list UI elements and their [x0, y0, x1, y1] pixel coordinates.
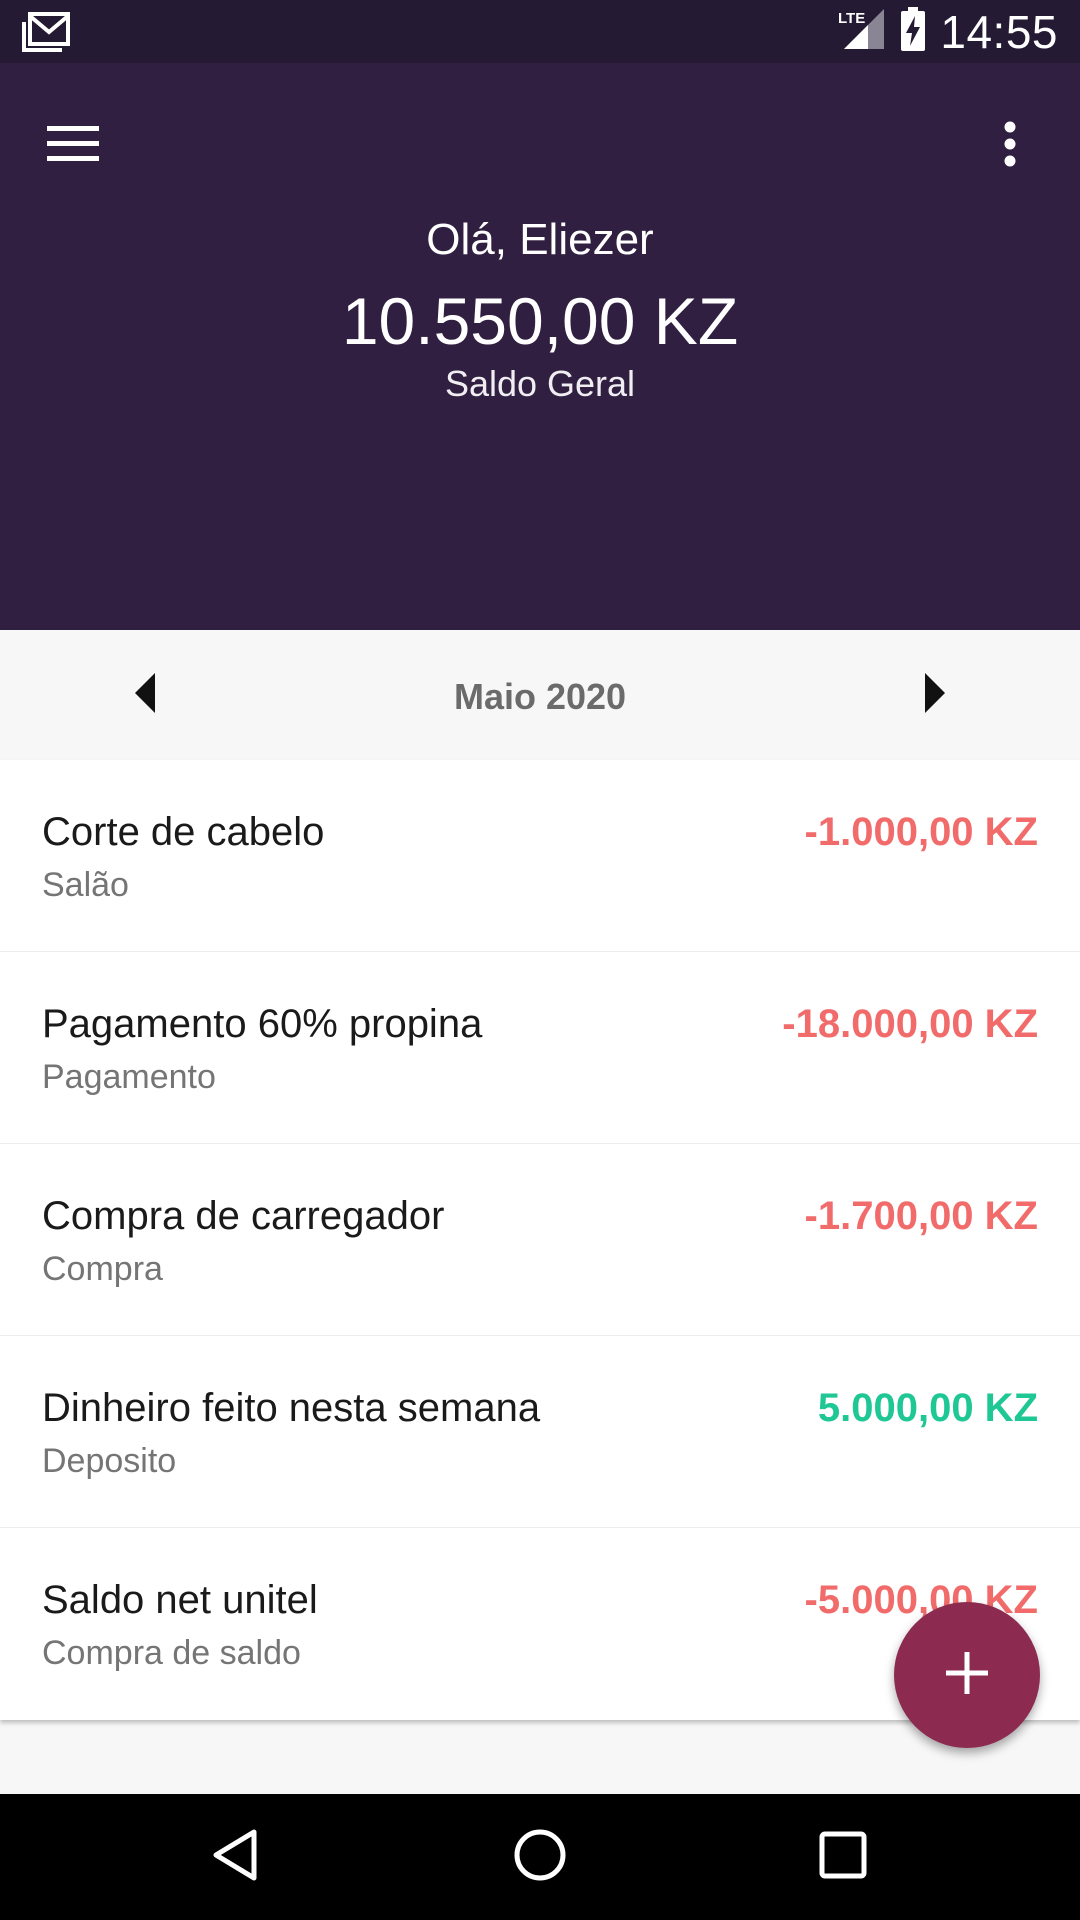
more-vert-icon	[1003, 121, 1017, 172]
transaction-item[interactable]: Dinheiro feito nesta semana Deposito 5.0…	[0, 1336, 1080, 1528]
greeting: Olá, Eliezer	[426, 215, 654, 264]
transaction-category: Salão	[42, 866, 129, 904]
transaction-category: Compra de saldo	[42, 1634, 301, 1672]
transaction-title: Corte de cabelo	[42, 810, 325, 854]
recents-icon	[818, 1830, 868, 1885]
menu-icon	[47, 124, 99, 169]
transaction-title: Pagamento 60% propina	[42, 1002, 483, 1046]
transaction-amount: -1.000,00 KZ	[804, 810, 1038, 854]
transaction-list: Corte de cabelo Salão -1.000,00 KZ Pagam…	[0, 760, 1080, 1720]
add-icon	[946, 1651, 988, 1699]
next-arrow-icon	[923, 672, 947, 718]
month-selector: Maio 2020	[0, 630, 1080, 760]
transaction-amount: 5.000,00 KZ	[817, 1386, 1038, 1430]
transaction-amount: -1.700,00 KZ	[804, 1194, 1038, 1238]
balance-header: Olá, Eliezer 10.550,00 KZ Saldo Geral	[0, 63, 1080, 630]
status-time: 14:55	[940, 5, 1058, 58]
next-month-button[interactable]	[905, 665, 965, 725]
balance-label: Saldo Geral	[444, 363, 636, 404]
status-icons: LTE 14:55	[838, 0, 1058, 63]
transaction-title: Dinheiro feito nesta semana	[42, 1386, 541, 1430]
lte-label: LTE	[838, 10, 865, 27]
transaction-amount: -18.000,00 KZ	[782, 1002, 1038, 1046]
add-transaction-button[interactable]	[894, 1602, 1040, 1748]
transaction-category: Pagamento	[42, 1058, 216, 1096]
transaction-title: Compra de carregador	[42, 1194, 445, 1238]
battery-charging-icon	[900, 7, 926, 56]
home-icon	[513, 1828, 567, 1887]
transaction-item[interactable]: Pagamento 60% propina Pagamento -18.000,…	[0, 952, 1080, 1144]
back-icon	[210, 1828, 260, 1887]
transaction-category: Deposito	[42, 1442, 177, 1480]
nav-recents-button[interactable]	[808, 1822, 878, 1892]
total-balance: 10.550,00 KZ	[341, 284, 739, 358]
system-nav-bar	[0, 1794, 1080, 1920]
nav-home-button[interactable]	[505, 1822, 575, 1892]
transaction-item[interactable]: Corte de cabelo Salão -1.000,00 KZ	[0, 760, 1080, 952]
lte-signal-icon: LTE	[838, 7, 886, 56]
transaction-category: Compra	[42, 1250, 163, 1288]
gmail-icon	[22, 12, 70, 52]
status-bar: LTE 14:55	[0, 0, 1080, 63]
transaction-title: Saldo net unitel	[42, 1578, 318, 1622]
menu-button[interactable]	[38, 111, 108, 181]
more-options-button[interactable]	[980, 111, 1040, 181]
transaction-item[interactable]: Compra de carregador Compra -1.700,00 KZ	[0, 1144, 1080, 1336]
nav-back-button[interactable]	[200, 1822, 270, 1892]
